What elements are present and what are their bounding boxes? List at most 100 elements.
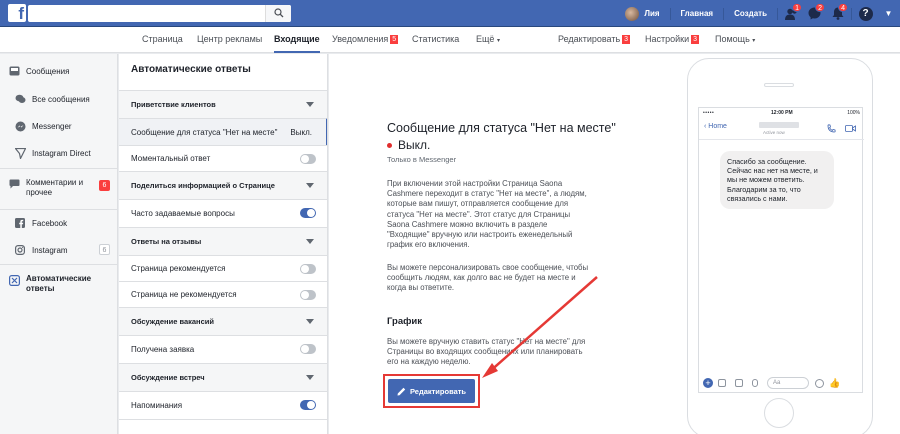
sidebar-item-label: Instagram <box>32 245 68 255</box>
auto-reply-icon <box>8 274 20 286</box>
instagram-badge: 6 <box>99 244 110 255</box>
user-avatar[interactable] <box>625 6 640 21</box>
search-icon <box>274 8 284 18</box>
tab-help[interactable]: Помощь ▾ <box>715 27 755 53</box>
caret-down-icon <box>306 375 314 380</box>
search-input[interactable] <box>28 5 291 22</box>
sidebar-item-comments[interactable]: Комментарии и прочее 6 <box>0 178 118 200</box>
sidebar-item-all-messages[interactable]: Все сообщения <box>0 92 118 106</box>
plus-icon: + <box>703 378 713 388</box>
setting-status-value: Выкл. <box>290 127 312 137</box>
tab-insights[interactable]: Статистика <box>412 27 459 53</box>
back-button: ‹ Home <box>704 123 727 130</box>
pencil-icon <box>397 387 406 395</box>
sidebar-item-label: Messenger <box>32 121 72 131</box>
sidebar-item-messenger[interactable]: Messenger <box>0 119 118 133</box>
tab-settings-badge: 3 <box>691 35 700 44</box>
sidebar-item-label: Все сообщения <box>32 94 90 104</box>
account-menu-button[interactable]: ▼ <box>877 0 900 27</box>
phone-chat-header: ‹ Home Active now <box>699 118 864 140</box>
setting-away-message[interactable]: Сообщение для статуса "Нет на месте" Вык… <box>119 118 327 145</box>
auto-reply-message-bubble: Спасибо за сообщение. Сейчас нас нет на … <box>720 151 834 210</box>
phone-status-bar: ••••• 12:00 PM 100% <box>699 108 864 118</box>
sidebar-item-instagram[interactable]: Instagram 6 <box>0 243 118 257</box>
search-button[interactable] <box>265 5 291 22</box>
tab-edit-page[interactable]: Редактировать 3 <box>558 27 631 53</box>
friend-requests-badge: 1 <box>792 3 802 12</box>
personalize-text: Вы можете персонализировать свое сообщен… <box>387 263 589 293</box>
section-label: Обсуждение встреч <box>131 373 205 382</box>
notifications-button[interactable]: 4 <box>826 0 849 27</box>
section-label: Поделиться информацией о Странице <box>131 181 275 190</box>
setting-label: Сообщение для статуса "Нет на месте" <box>131 127 278 137</box>
section-jobs[interactable]: Обсуждение вакансий <box>119 307 327 335</box>
facebook-icon <box>14 217 26 229</box>
section-share-info[interactable]: Поделиться информацией о Странице <box>119 171 327 199</box>
section-reviews[interactable]: Ответы на отзывы <box>119 227 327 255</box>
help-button[interactable]: ? <box>854 0 877 27</box>
messenger-icon <box>14 120 26 132</box>
phone-screen: ••••• 12:00 PM 100% ‹ Home Active now Сп… <box>698 107 864 393</box>
setting-application-received[interactable]: Получена заявка <box>119 335 327 363</box>
setting-page-not-recommended[interactable]: Страница не рекомендуется <box>119 281 327 307</box>
sidebar-item-auto-replies[interactable]: Автоматические ответы <box>0 274 118 296</box>
description-text: При включении этой настройки Страница Sa… <box>387 179 587 250</box>
section-greeting[interactable]: Приветствие клиентов <box>119 90 327 118</box>
setting-faq[interactable]: Часто задаваемые вопросы <box>119 199 327 227</box>
sidebar-item-messages[interactable]: Сообщения <box>0 64 118 78</box>
tab-edit-label: Редактировать <box>558 34 621 44</box>
tab-ad-center[interactable]: Центр рекламы <box>197 27 262 53</box>
caret-down-icon: ▾ <box>496 38 500 44</box>
caret-down-icon <box>306 239 314 244</box>
friend-requests-button[interactable]: 1 <box>780 0 803 27</box>
phone-time: 12:00 PM <box>771 110 793 116</box>
edit-button[interactable]: Редактировать <box>388 379 475 403</box>
reminders-toggle[interactable] <box>300 400 316 410</box>
divider <box>723 7 725 20</box>
create-link[interactable]: Создать <box>726 9 775 18</box>
away-message-panel: Сообщение для статуса "Нет на месте" Вык… <box>329 54 900 434</box>
section-label: Ответы на отзывы <box>131 237 202 246</box>
setting-next[interactable] <box>119 419 327 434</box>
sidebar-divider <box>0 209 118 210</box>
divider <box>851 7 852 20</box>
setting-label: Часто задаваемые вопросы <box>131 209 235 218</box>
tab-page[interactable]: Страница <box>142 27 183 53</box>
instant-reply-toggle[interactable] <box>300 154 316 164</box>
page-title: Сообщение для статуса "Нет на месте" <box>387 121 616 135</box>
section-label: Обсуждение вакансий <box>131 317 214 326</box>
application-received-toggle[interactable] <box>300 344 316 354</box>
status-dot-icon <box>387 142 392 148</box>
setting-page-recommended[interactable]: Страница рекомендуется <box>119 255 327 281</box>
help-icon: ? <box>858 6 873 21</box>
tab-more[interactable]: Ещё ▾ <box>476 27 500 53</box>
page-recommended-toggle[interactable] <box>300 264 316 274</box>
comment-icon <box>8 178 20 190</box>
video-call-icon <box>845 125 856 132</box>
divider <box>777 7 778 20</box>
setting-reminders[interactable]: Напоминания <box>119 391 327 419</box>
home-link[interactable]: Главная <box>673 9 722 18</box>
profile-link[interactable]: Лия <box>644 9 667 18</box>
tab-inbox[interactable]: Входящие <box>274 27 320 53</box>
sidebar-item-facebook[interactable]: Facebook <box>0 216 118 230</box>
setting-instant-reply[interactable]: Моментальный ответ <box>119 145 327 171</box>
setting-label: Моментальный ответ <box>131 154 211 163</box>
sidebar-item-instagram-direct[interactable]: Instagram Direct <box>0 146 118 160</box>
tab-notifications-badge: 5 <box>390 35 399 44</box>
image-icon <box>735 379 743 387</box>
section-meetings[interactable]: Обсуждение встреч <box>119 363 327 391</box>
instagram-icon <box>14 244 26 256</box>
edit-button-label: Редактировать <box>409 386 467 396</box>
auto-replies-settings: Автоматические ответы Приветствие клиент… <box>119 54 328 434</box>
faq-toggle[interactable] <box>300 208 316 218</box>
page-not-recommended-toggle[interactable] <box>300 290 316 300</box>
status-text: Выкл. <box>398 138 431 152</box>
tab-notifications-label: Уведомления <box>332 34 389 44</box>
messages-button[interactable]: 2 <box>803 0 826 27</box>
facebook-logo-icon[interactable]: f <box>8 4 26 22</box>
phone-call-icon <box>827 124 836 133</box>
inbox-sidebar: Сообщения Все сообщения Messenger Instag… <box>0 54 118 434</box>
tab-settings[interactable]: Настройки 3 <box>645 27 700 53</box>
tab-notifications[interactable]: Уведомления 5 <box>332 27 399 53</box>
